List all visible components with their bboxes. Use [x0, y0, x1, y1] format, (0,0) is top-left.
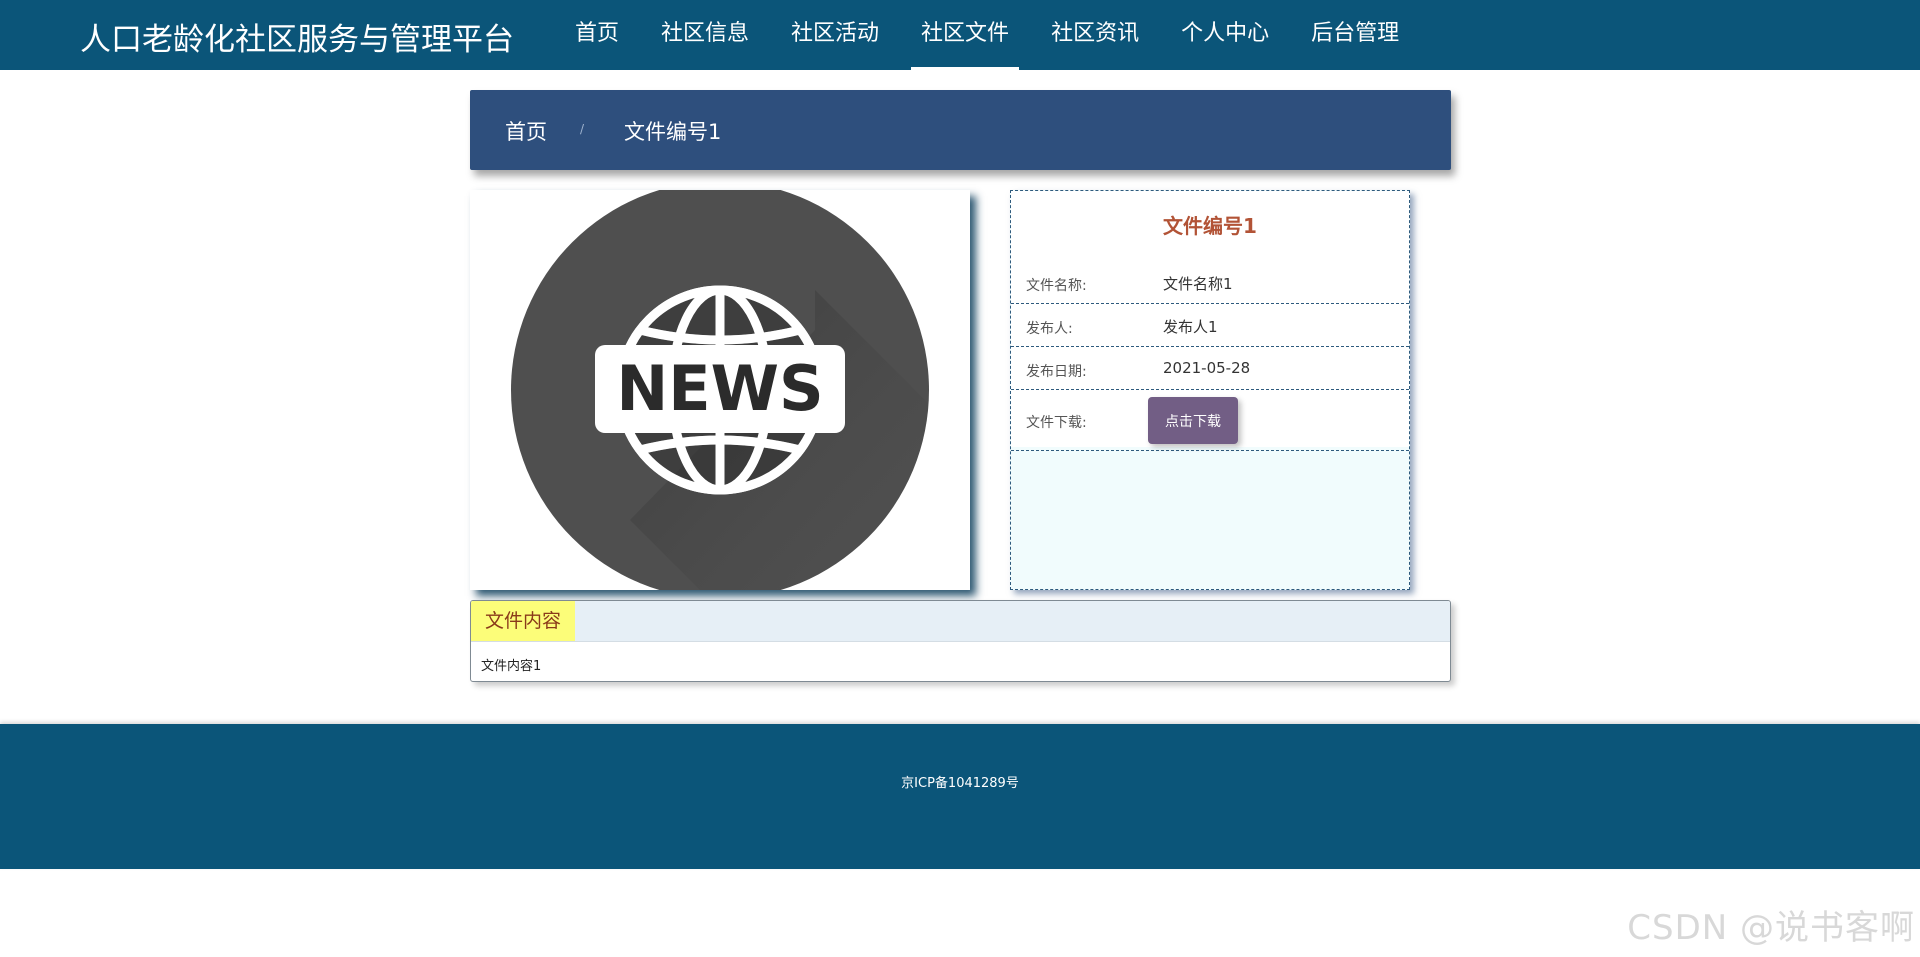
footer: 京ICP备1041289号 [0, 724, 1920, 869]
info-row-download: 文件下载: 点击下载 [1011, 390, 1409, 451]
content-tabs: 文件内容 [471, 601, 1450, 642]
nav-item-personal-center[interactable]: 个人中心 [1171, 0, 1279, 70]
file-info-details: 文件编号1 文件名称: 文件名称1 发布人: 发布人1 发布日期: 2021-0… [1011, 191, 1409, 451]
icp-record: 京ICP备1041289号 [901, 776, 1019, 791]
breadcrumb-home-link[interactable]: 首页 [505, 116, 547, 146]
info-value: 发布人1 [1163, 318, 1218, 336]
info-label: 发布日期: [1026, 364, 1087, 380]
breadcrumb: 首页 / 文件编号1 [470, 90, 1451, 170]
file-info-panel: 文件编号1 文件名称: 文件名称1 发布人: 发布人1 发布日期: 2021-0… [1010, 190, 1410, 590]
file-title: 文件编号1 [1163, 214, 1257, 238]
info-label: 文件名称: [1026, 278, 1087, 294]
nav-item-admin[interactable]: 后台管理 [1301, 0, 1409, 70]
tab-file-content[interactable]: 文件内容 [471, 601, 576, 641]
nav-item-community-activities[interactable]: 社区活动 [781, 0, 889, 70]
file-content-body: 文件内容1 [481, 659, 542, 674]
info-label: 文件下载: [1026, 415, 1087, 431]
top-header: 人口老龄化社区服务与管理平台 首页 社区信息 社区活动 社区文件 社区资讯 个人… [0, 0, 1920, 70]
info-row-publish-date: 发布日期: 2021-05-28 [1011, 347, 1409, 390]
nav-item-home[interactable]: 首页 [565, 0, 629, 70]
info-label: 发布人: [1026, 321, 1073, 337]
site-title: 人口老龄化社区服务与管理平台 [80, 22, 514, 58]
file-content-panel: 文件内容 文件内容1 [470, 600, 1451, 682]
nav-item-community-info[interactable]: 社区信息 [651, 0, 759, 70]
breadcrumb-separator: / [580, 122, 585, 136]
info-value: 文件名称1 [1163, 275, 1233, 293]
download-button[interactable]: 点击下载 [1148, 397, 1238, 444]
info-row-file-name: 文件名称: 文件名称1 [1011, 261, 1409, 304]
info-row-publisher: 发布人: 发布人1 [1011, 304, 1409, 347]
file-image: NEWS [470, 190, 970, 590]
info-value: 2021-05-28 [1163, 359, 1251, 377]
globe-news-icon: NEWS [511, 190, 929, 590]
main-nav: 首页 社区信息 社区活动 社区文件 社区资讯 个人中心 后台管理 [565, 0, 1431, 70]
breadcrumb-current: 文件编号1 [624, 120, 722, 144]
csdn-watermark: CSDN @说书客啊 [1627, 908, 1915, 948]
news-label: NEWS [616, 352, 823, 425]
nav-item-community-news[interactable]: 社区资讯 [1041, 0, 1149, 70]
nav-item-community-files[interactable]: 社区文件 [911, 0, 1020, 70]
